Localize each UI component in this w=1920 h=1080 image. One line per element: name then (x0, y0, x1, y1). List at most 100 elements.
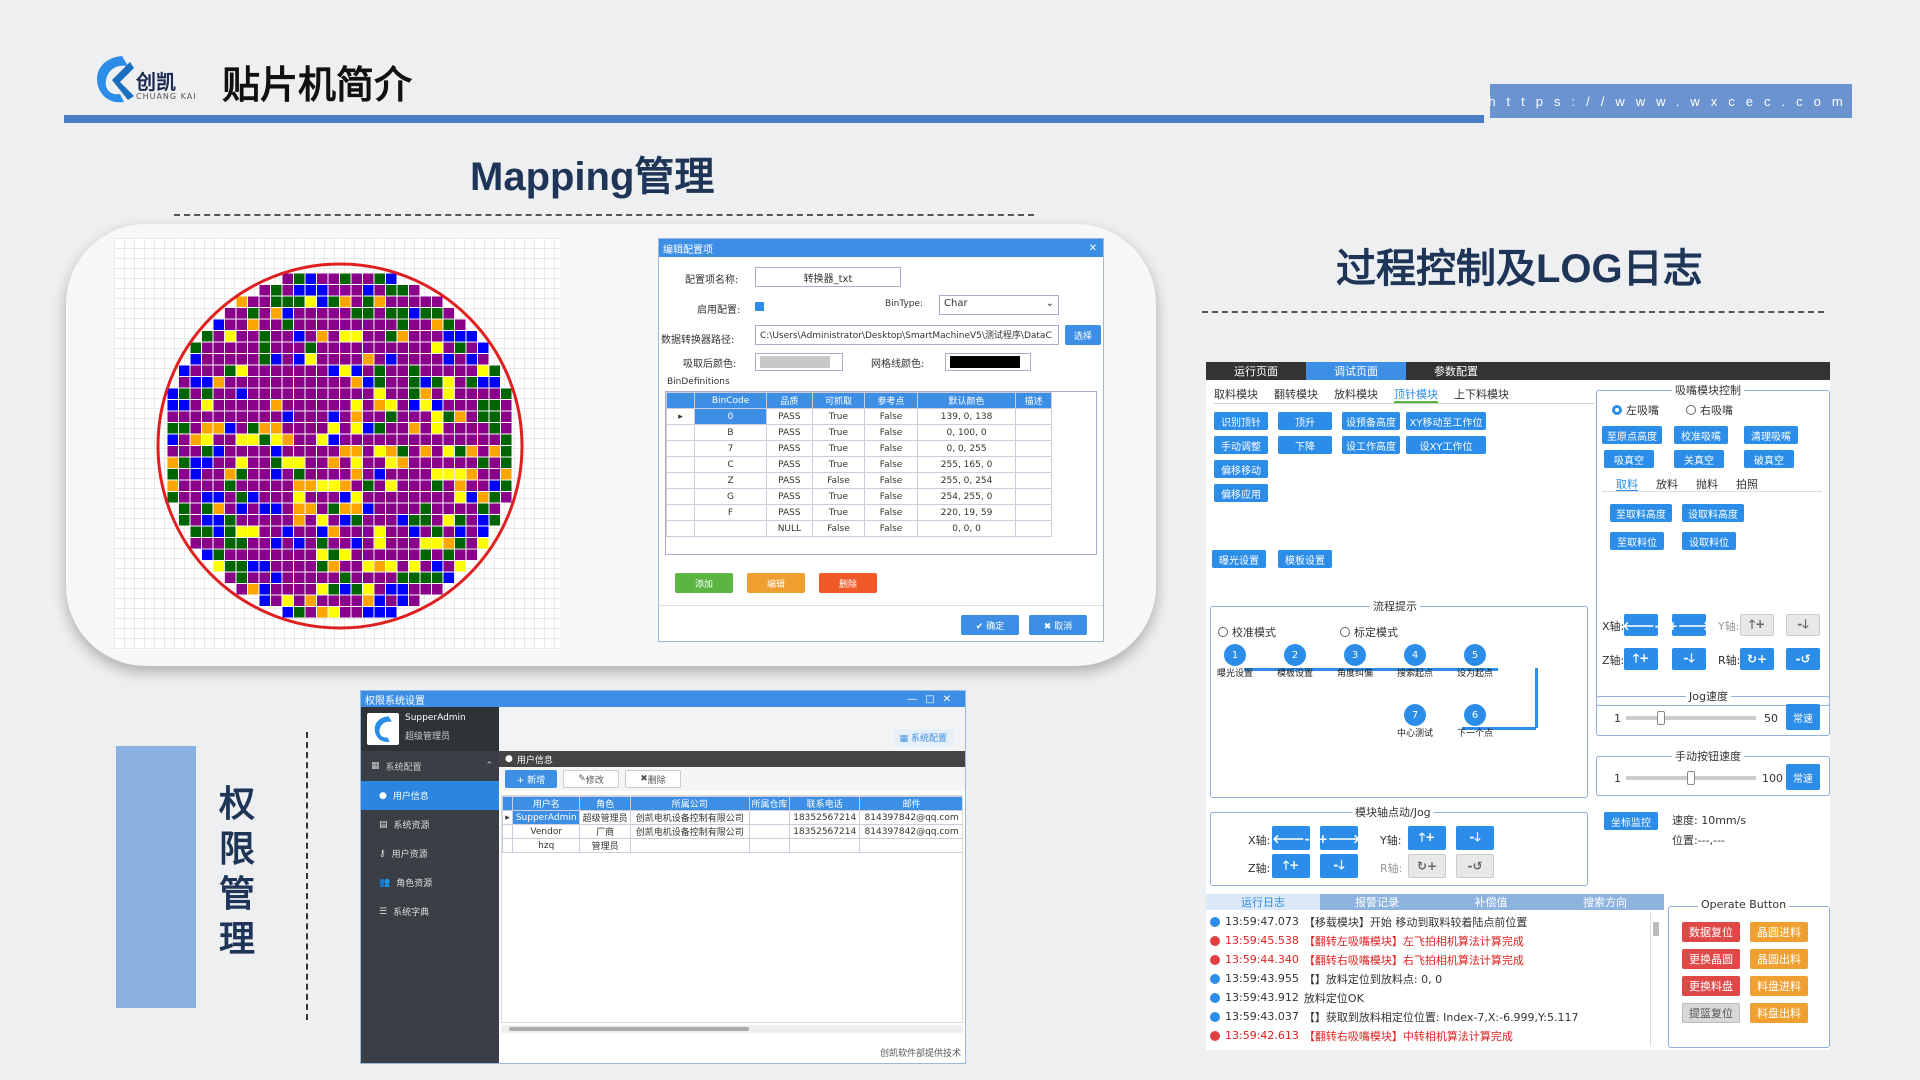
subtab-place[interactable]: 放料模块 (1334, 386, 1378, 403)
nozzle-x-plus-button[interactable]: +🡒 (1668, 614, 1710, 636)
flow-step[interactable]: 5 设为起点 (1445, 644, 1505, 679)
vacuum-off-button[interactable]: 关真空 (1674, 450, 1724, 468)
nozzle-z-plus-button[interactable]: 🡑+ (1624, 648, 1658, 670)
to-pick-pos-button[interactable]: 至取料位 (1610, 532, 1664, 550)
table-row[interactable]: G PASS True False 254, 255, 0 (666, 488, 1052, 505)
add-button[interactable]: 添加 (675, 573, 733, 593)
select-path-button[interactable]: 选择 (1065, 325, 1101, 345)
column-header[interactable]: BinCode (693, 392, 768, 409)
add-user-button[interactable]: + 新增 (505, 770, 557, 788)
exposure-setting-button[interactable]: 曝光设置 (1212, 550, 1266, 568)
operate-button[interactable]: 更换料盘 (1682, 976, 1740, 996)
slider-thumb[interactable] (1687, 771, 1695, 785)
tab-params[interactable]: 参数配置 (1406, 362, 1506, 380)
vacuum-break-button[interactable]: 破真空 (1744, 450, 1794, 468)
cancel-button[interactable]: ✖ 取消 (1029, 615, 1087, 635)
ok-button[interactable]: ✔ 确定 (961, 615, 1019, 635)
column-header[interactable]: 用户名 (511, 796, 581, 811)
sidebar-item-user-resource[interactable]: ⚷ 用户资源 (361, 839, 499, 868)
subtab-flip[interactable]: 翻转模块 (1274, 386, 1318, 403)
set-work-height-button[interactable]: 设工作高度 (1342, 436, 1400, 454)
table-row[interactable]: Z PASS False False 255, 0, 254 (666, 472, 1052, 489)
nozzle-y-minus-button[interactable]: -🡓 (1786, 614, 1820, 636)
bintype-select[interactable]: Char ⌄ (939, 295, 1059, 315)
tab-throw[interactable]: 抛料 (1696, 476, 1718, 491)
flow-step[interactable]: 1 曝光设置 (1205, 644, 1265, 679)
tab-search-direction[interactable]: 搜索方向 (1548, 894, 1662, 910)
config-name-input[interactable]: 转换器_txt (755, 267, 901, 287)
operate-button[interactable]: 更换晶圆 (1682, 949, 1740, 969)
tab-run-log[interactable]: 运行日志 (1206, 894, 1320, 910)
sidebar-item-user-info[interactable]: ● 用户信息 (361, 781, 499, 810)
set-pick-height-button[interactable]: 设取料高度 (1682, 504, 1744, 522)
flow-step[interactable]: 7 中心测试 (1385, 704, 1445, 739)
jog-x-minus-button[interactable]: 🡐- (1272, 826, 1310, 850)
subtab-ejector[interactable]: 顶针模块 (1394, 386, 1438, 403)
window-controls[interactable]: —□✕ (907, 694, 965, 705)
calibration-mode-radio[interactable]: 校准模式 (1218, 624, 1276, 640)
tab-run[interactable]: 运行页面 (1206, 362, 1306, 380)
flow-step[interactable]: 3 角度纠偏 (1325, 644, 1385, 679)
template-setting-button[interactable]: 模板设置 (1278, 550, 1332, 568)
flow-step[interactable]: 6 下一个点 (1445, 704, 1505, 739)
edit-user-button[interactable]: ✎ 修改 (563, 770, 619, 788)
tab-alarm-log[interactable]: 报警记录 (1320, 894, 1434, 910)
nozzle-left-radio[interactable]: 左吸嘴 (1612, 402, 1659, 418)
nozzle-right-radio[interactable]: 右吸嘴 (1686, 402, 1733, 418)
jog-normal-speed-button[interactable]: 常速 (1786, 704, 1820, 730)
column-header[interactable]: 联系电话 (789, 796, 861, 811)
table-row[interactable]: hzq 管理员 (502, 838, 962, 853)
column-header[interactable]: 所属仓库 (748, 796, 791, 811)
clean-nozzle-button[interactable]: 清理吸嘴 (1744, 426, 1798, 444)
table-row[interactable]: C PASS True False 255, 165, 0 (666, 456, 1052, 473)
column-header[interactable]: 描述 (1015, 392, 1052, 409)
manual-adjust-button[interactable]: 手动调整 (1214, 436, 1268, 454)
jog-y-minus-button[interactable]: -🡓 (1456, 826, 1494, 850)
lower-button[interactable]: 下降 (1278, 436, 1332, 454)
column-header[interactable]: 参考点 (864, 392, 918, 409)
scrollbar-thumb[interactable] (1653, 922, 1659, 936)
operate-button[interactable]: 料盘出料 (1750, 1003, 1808, 1023)
enable-checkbox[interactable] (755, 302, 764, 311)
flow-step[interactable]: 4 搜索起点 (1385, 644, 1445, 679)
table-row[interactable]: 7 PASS True False 0, 0, 255 (666, 440, 1052, 457)
path-input[interactable]: C:\Users\Administrator\Desktop\SmartMach… (755, 325, 1059, 345)
nozzle-z-minus-button[interactable]: -🡓 (1672, 648, 1706, 670)
table-row[interactable]: ▸ SupperAdmin 超级管理员 创凯电机设备控制有限公司 18352567214… (502, 810, 962, 825)
after-pick-color-select[interactable] (755, 353, 843, 371)
set-xy-work-button[interactable]: 设XY工作位 (1406, 436, 1486, 454)
vacuum-on-button[interactable]: 吸真空 (1604, 450, 1654, 468)
subtab-load[interactable]: 上下料模块 (1454, 386, 1509, 403)
scrollbar-thumb[interactable] (509, 1027, 749, 1031)
horizontal-scrollbar[interactable] (501, 1025, 963, 1033)
operate-button[interactable]: 提篮复位 (1682, 1003, 1740, 1023)
operate-button[interactable]: 数据复位 (1682, 922, 1740, 942)
subtab-pick[interactable]: 取料模块 (1214, 386, 1258, 403)
jog-z-minus-button[interactable]: -🡓 (1320, 854, 1358, 878)
jog-speed-slider[interactable] (1626, 711, 1756, 725)
tab-compensation[interactable]: 补偿值 (1434, 894, 1548, 910)
marking-mode-radio[interactable]: 标定模式 (1340, 624, 1398, 640)
sidebar-item-role-resource[interactable]: 👥 角色资源 (361, 868, 499, 897)
tab-system-config[interactable]: ▦ 系统配置 (893, 729, 953, 746)
nozzle-x-minus-button[interactable]: 🡐- (1622, 614, 1660, 636)
menu-group-system-config[interactable]: ▦ 系统配置 ⌃ (361, 751, 499, 781)
edit-button[interactable]: 编辑 (747, 573, 805, 593)
hand-normal-speed-button[interactable]: 常速 (1786, 764, 1820, 790)
column-header[interactable]: 角色 (579, 796, 631, 811)
nozzle-r-plus-button[interactable]: ↻+ (1740, 648, 1774, 670)
lift-button[interactable]: 顶升 (1278, 412, 1332, 430)
jog-r-plus-button[interactable]: ↻+ (1408, 854, 1446, 878)
sidebar-item-system-resource[interactable]: ▤ 系统资源 (361, 810, 499, 839)
to-pick-height-button[interactable]: 至取料高度 (1610, 504, 1672, 522)
sidebar-item-system-dict[interactable]: ☰ 系统字典 (361, 897, 499, 926)
jog-y-plus-button[interactable]: 🡑+ (1408, 826, 1446, 850)
delete-user-button[interactable]: ✖ 删除 (625, 770, 681, 788)
coord-monitor-button[interactable]: 坐标监控 (1604, 812, 1658, 830)
table-row[interactable]: F PASS True False 220, 19, 59 (666, 504, 1052, 521)
hand-speed-slider[interactable] (1626, 771, 1756, 785)
calibrate-nozzle-button[interactable]: 校准吸嘴 (1674, 426, 1728, 444)
set-ready-height-button[interactable]: 设预备高度 (1342, 412, 1400, 430)
table-row[interactable]: Vendor 厂商 创凯电机设备控制有限公司 18352567214 814397842… (502, 824, 962, 839)
close-icon[interactable]: ✕ (1089, 243, 1103, 254)
